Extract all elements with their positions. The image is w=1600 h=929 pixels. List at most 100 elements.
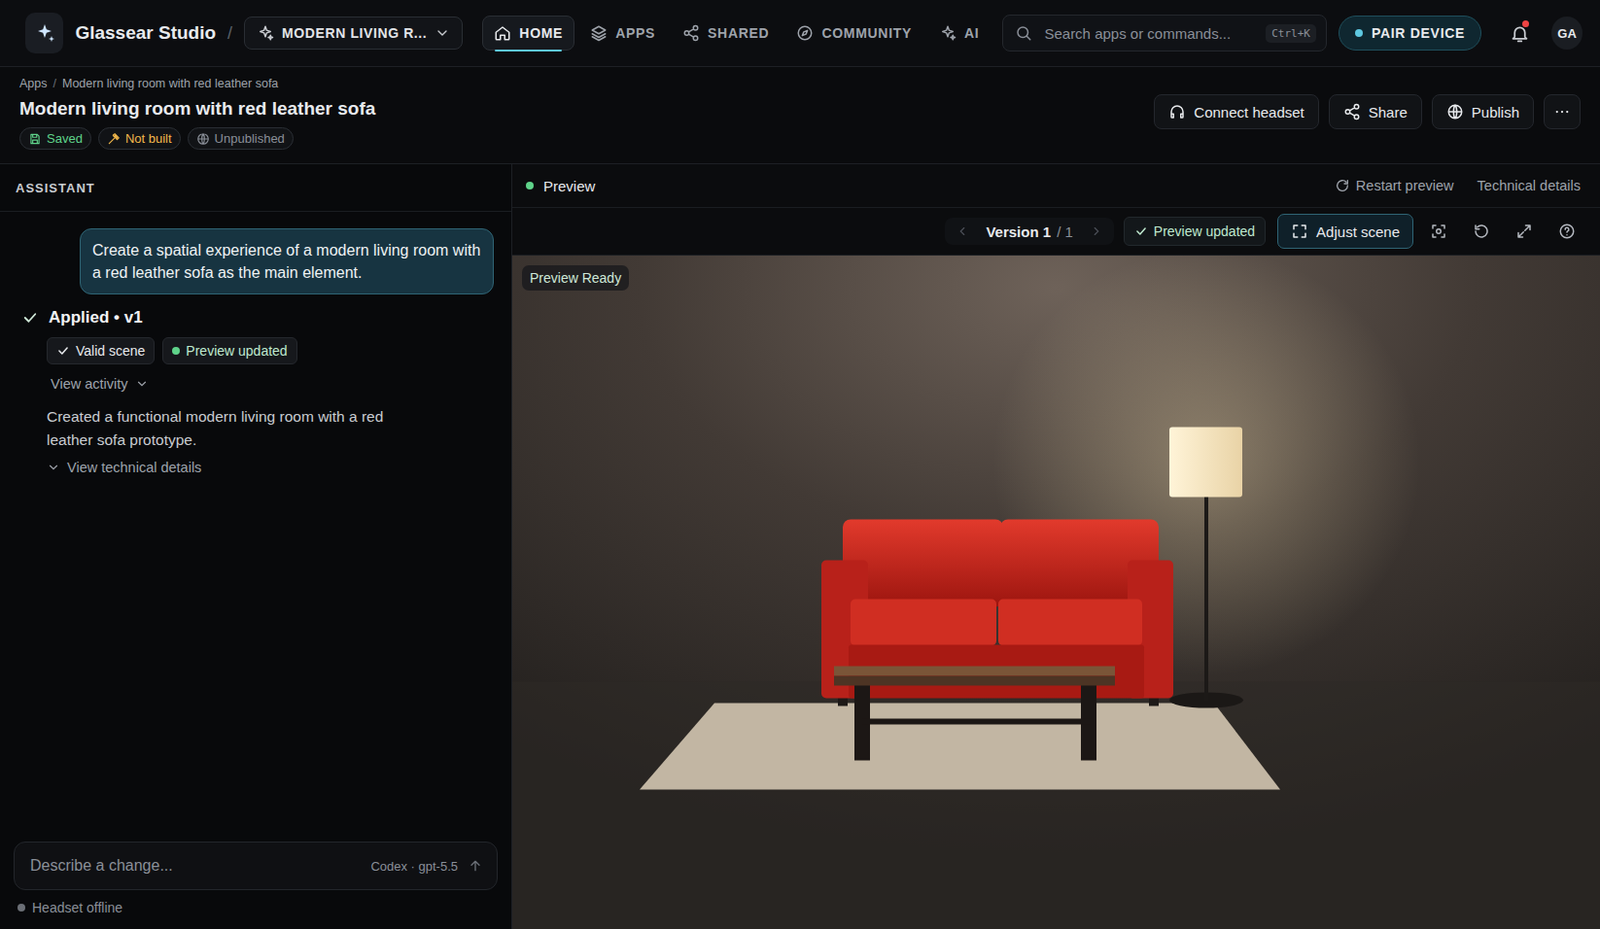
unread-badge xyxy=(1522,20,1530,28)
refresh-icon xyxy=(1334,177,1351,194)
home-icon xyxy=(493,24,512,42)
result-chip: Valid scene xyxy=(46,337,155,365)
top-bar: Glassear Studio / MODERN LIVING R... HOMEAP… xyxy=(0,0,1600,68)
check-icon xyxy=(21,309,39,327)
expand-icon xyxy=(1515,222,1533,241)
composer: Codex · gpt-5.5 xyxy=(13,841,498,891)
assistant-result: Applied • v1Valid scenePreview updatedVi… xyxy=(21,308,494,476)
more-button[interactable] xyxy=(1543,94,1581,130)
breadcrumb: Apps/Modern living room with red leather… xyxy=(19,76,376,91)
status-dot xyxy=(1355,29,1363,37)
chat-thread: Create a spatial experience of a modern … xyxy=(0,211,512,842)
focus-icon xyxy=(1429,222,1448,241)
separator: / xyxy=(227,23,233,44)
chevron-down-icon xyxy=(434,25,451,41)
user-message: Create a spatial experience of a modern … xyxy=(79,228,494,295)
help-icon xyxy=(1558,222,1576,241)
chevron-right-icon xyxy=(1089,224,1104,239)
headset-status: Headset offline xyxy=(0,900,512,929)
hammer-icon xyxy=(106,132,121,146)
breadcrumb-item[interactable]: Modern living room with red leather sofa xyxy=(62,76,279,91)
previous-version-button[interactable] xyxy=(952,221,973,242)
layers-icon xyxy=(590,24,608,42)
sofa[interactable] xyxy=(821,520,1174,707)
save-icon xyxy=(28,132,42,146)
model-label[interactable]: Codex · gpt-5.5 xyxy=(370,859,458,874)
rug xyxy=(639,703,1281,791)
studio-app: Glassear Studio / MODERN LIVING R... HOMEAP… xyxy=(0,0,1600,929)
arrow-up-icon xyxy=(467,858,484,874)
restart-preview-button[interactable]: Restart preview xyxy=(1334,177,1455,194)
shortcut-key: Ctrl+K xyxy=(1265,24,1317,43)
action-button[interactable]: Publish xyxy=(1431,94,1534,130)
preview-toolbar: Version 1/ 1Preview updatedAdjust scene xyxy=(512,208,1600,256)
workspace: ASSISTANT Create a spatial experience of … xyxy=(0,164,1600,929)
chevron-down-icon xyxy=(135,377,149,391)
more-icon xyxy=(1553,103,1571,121)
coffee-table[interactable] xyxy=(834,666,1115,762)
nav-item[interactable]: APPS xyxy=(578,15,667,51)
preview-header: PreviewRestart previewTechnical details xyxy=(512,164,1600,209)
project-selector[interactable]: MODERN LIVING R... xyxy=(243,16,463,50)
search-input[interactable] xyxy=(1042,24,1256,43)
status-badge: Not built xyxy=(98,127,181,150)
pair-device-button[interactable]: PAIR DEVICE xyxy=(1338,15,1482,51)
user-avatar[interactable]: GA xyxy=(1551,16,1583,50)
scene-render[interactable] xyxy=(512,255,1600,929)
status-badge: Saved xyxy=(19,127,92,150)
headset-icon xyxy=(1168,103,1186,121)
preview-ready-badge: Preview Ready xyxy=(521,265,629,291)
floor xyxy=(512,682,1600,929)
globe-icon xyxy=(196,132,210,146)
breadcrumb-item[interactable]: Apps xyxy=(19,76,48,91)
check-icon xyxy=(1134,224,1148,239)
scene-canvas[interactable]: Preview Ready xyxy=(512,255,1600,929)
version-switcher: Version 1/ 1 xyxy=(944,217,1114,245)
compass-icon xyxy=(796,24,814,42)
share-icon xyxy=(1343,103,1361,121)
nav-item[interactable]: AI xyxy=(927,15,991,51)
search-field[interactable]: Ctrl+K xyxy=(1002,14,1327,52)
check-icon xyxy=(56,344,70,358)
frame-icon xyxy=(1290,222,1309,241)
reset-view-button[interactable] xyxy=(1463,213,1499,249)
globe-icon xyxy=(1446,103,1464,121)
send-button[interactable] xyxy=(467,858,484,874)
sparkle-icon xyxy=(939,24,957,42)
focus-button[interactable] xyxy=(1421,213,1457,249)
status-dot xyxy=(172,347,180,355)
reset-icon xyxy=(1472,222,1491,241)
chevron-down-icon xyxy=(46,460,61,475)
sparkle-icon xyxy=(256,24,275,42)
assistant-panel: ASSISTANT Create a spatial experience of … xyxy=(0,164,513,929)
change-input[interactable] xyxy=(28,856,361,876)
notifications-button[interactable] xyxy=(1504,17,1534,49)
page-title: Modern living room with red leather sofa xyxy=(19,98,376,120)
nav-item[interactable]: SHARED xyxy=(670,15,781,51)
action-button[interactable]: Connect headset xyxy=(1153,94,1319,130)
status-dot xyxy=(17,904,26,912)
logo-icon[interactable] xyxy=(25,12,64,54)
next-version-button[interactable] xyxy=(1086,221,1107,242)
action-button[interactable]: Share xyxy=(1328,94,1423,130)
help-button[interactable] xyxy=(1549,213,1585,249)
technical-details-toggle[interactable]: View technical details xyxy=(46,459,202,476)
result-summary: Created a functional modern living room … xyxy=(46,405,417,453)
nav-item[interactable]: COMMUNITY xyxy=(784,15,924,51)
app-name: Glassear Studio xyxy=(74,22,216,44)
lamp[interactable] xyxy=(1169,427,1244,709)
chevron-left-icon xyxy=(955,224,970,239)
main-nav: HOMEAPPSSHAREDCOMMUNITYAI xyxy=(482,15,991,51)
status-dot xyxy=(525,181,534,190)
technical-details-button[interactable]: Technical details xyxy=(1477,177,1581,194)
share-icon xyxy=(682,24,700,42)
nav-item[interactable]: HOME xyxy=(482,15,575,51)
status-badge: Unpublished xyxy=(187,127,294,150)
page-header: Apps/Modern living room with red leather… xyxy=(0,67,1600,165)
adjust-scene-button[interactable]: Adjust scene xyxy=(1277,213,1414,249)
fullscreen-button[interactable] xyxy=(1506,213,1542,249)
preview-panel: PreviewRestart previewTechnical detailsV… xyxy=(512,164,1600,929)
search-icon xyxy=(1014,24,1033,42)
activity-toggle[interactable]: View activity xyxy=(50,376,149,392)
assistant-heading: ASSISTANT xyxy=(0,164,512,212)
